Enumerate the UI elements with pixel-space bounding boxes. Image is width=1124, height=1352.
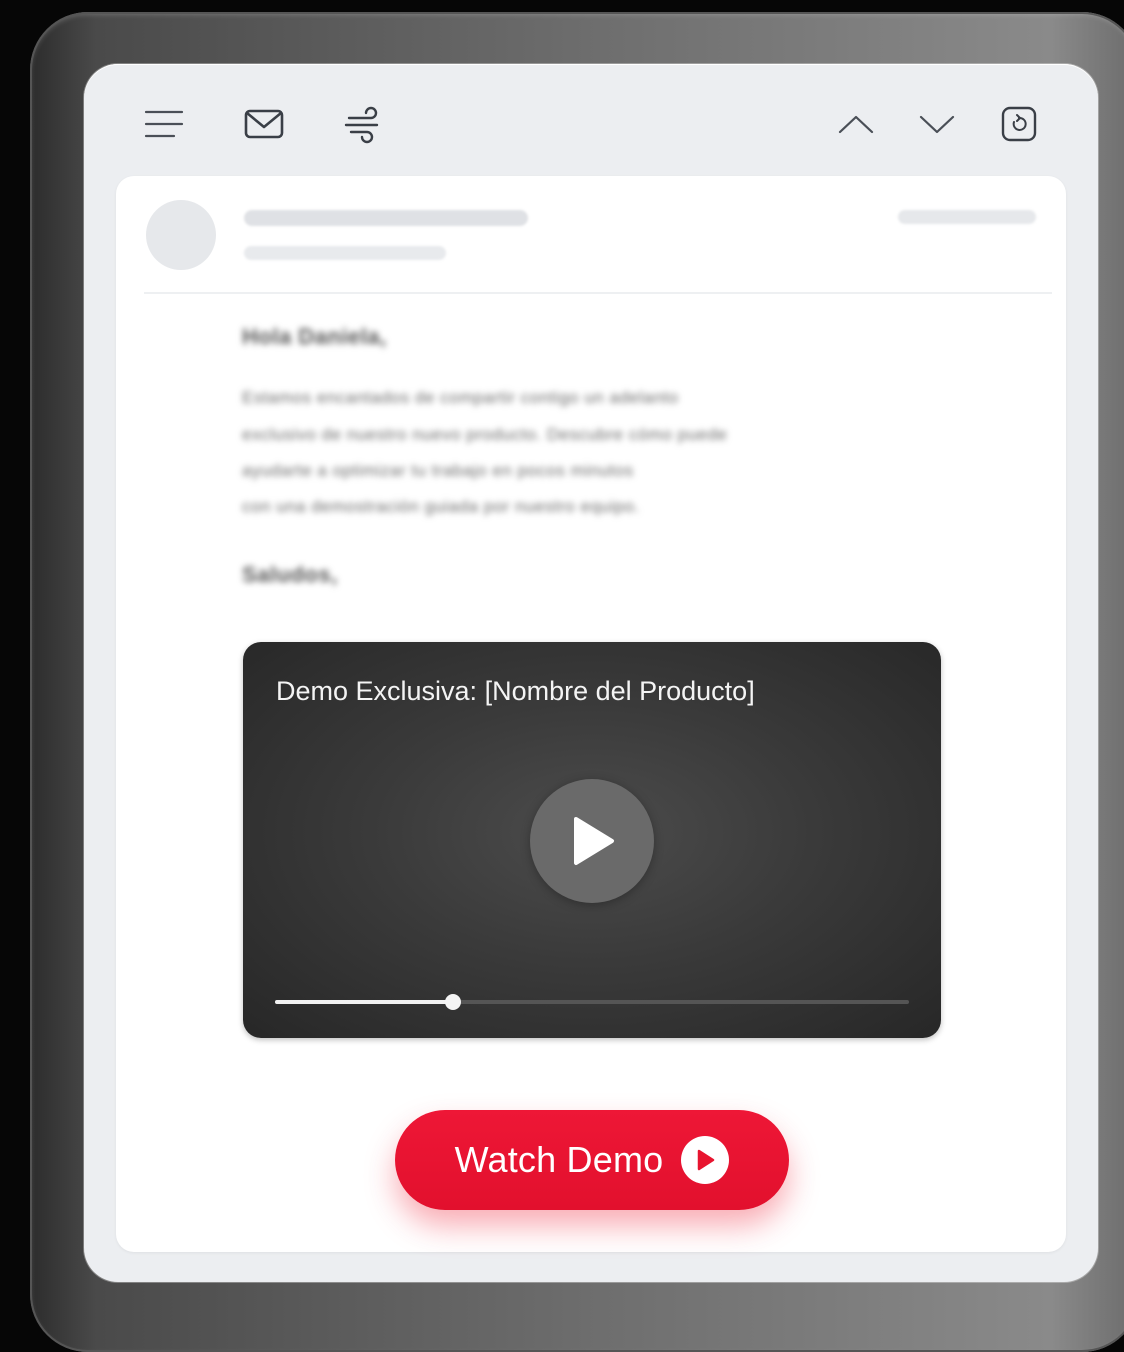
chevron-up-icon[interactable]: [834, 102, 878, 146]
toolbar: [84, 64, 1098, 176]
mail-icon[interactable]: [242, 102, 286, 146]
watch-demo-button[interactable]: Watch Demo: [395, 1110, 789, 1210]
video-title: Demo Exclusiva: [Nombre del Producto]: [276, 676, 755, 706]
email-body-line: ayudarte a optimizar tu trabajo en pocos…: [242, 461, 634, 480]
email-body-line: con una demostración guiada por nuestro …: [242, 497, 640, 516]
email-signoff: Saludos,: [242, 562, 338, 587]
refresh-icon[interactable]: [997, 102, 1041, 146]
date-placeholder: [898, 210, 1036, 224]
email-body-line: Estamos encantados de compartir contigo …: [242, 388, 679, 407]
video-scrubber-handle[interactable]: [444, 994, 461, 1010]
sender-avatar: [146, 200, 216, 270]
play-button[interactable]: [530, 779, 654, 903]
play-icon: [574, 817, 614, 865]
email-app-window: Hola Daniela, Estamos encantados de comp…: [84, 64, 1098, 1282]
header-divider: [144, 292, 1052, 294]
video-player[interactable]: Demo Exclusiva: [Nombre del Producto]: [243, 642, 941, 1038]
email-greeting: Hola Daniela,: [242, 324, 387, 349]
play-circle-icon: [681, 1136, 730, 1184]
email-message-card: Hola Daniela, Estamos encantados de comp…: [116, 176, 1066, 1252]
sender-name-placeholder: [244, 210, 528, 226]
chevron-down-icon[interactable]: [915, 102, 959, 146]
watch-demo-label: Watch Demo: [454, 1139, 664, 1180]
wind-icon[interactable]: [341, 102, 385, 146]
menu-icon[interactable]: [142, 102, 186, 146]
sender-email-placeholder: [244, 246, 446, 260]
video-progress-bar[interactable]: [275, 994, 909, 1010]
email-body-line: exclusivo de nuestro nuevo producto. Des…: [242, 425, 728, 444]
video-progress-fill: [275, 1000, 453, 1004]
